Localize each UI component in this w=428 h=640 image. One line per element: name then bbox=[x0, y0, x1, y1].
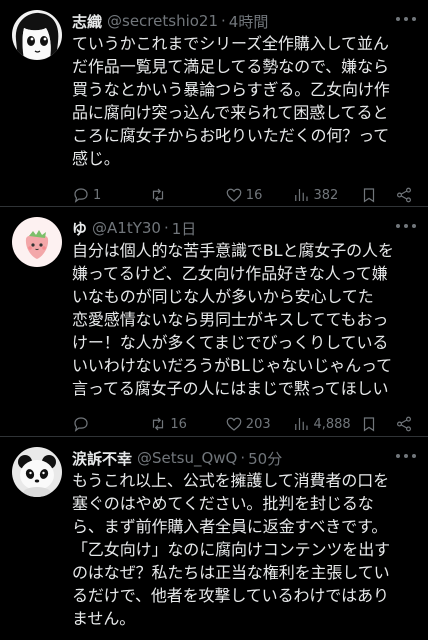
reply-icon bbox=[74, 188, 88, 203]
tweet-text: もうこれ以上、公式を擁護して消費者の口を 塞ぐのはやめてください。批判を封じるな… bbox=[72, 471, 391, 628]
views-button[interactable]: 4,888 bbox=[292, 415, 360, 433]
bookmark-button[interactable] bbox=[360, 415, 395, 433]
tweet-text: 自分は個人的な苦手意識でBLと腐女子の人を 嫌ってるけど、乙女向け作品好きな人っ… bbox=[72, 241, 394, 398]
anime-girl-avatar-icon bbox=[12, 10, 62, 60]
user-handle[interactable]: @A1tY30 bbox=[92, 219, 161, 237]
timestamp[interactable]: 1日 bbox=[172, 218, 197, 239]
heart-icon bbox=[226, 417, 242, 431]
like-button[interactable]: 203 bbox=[225, 415, 293, 433]
tweet[interactable]: 志織 @secretshio21 · 4時間 ていうかこれまでシリーズ全作購入し… bbox=[0, 0, 428, 206]
reply-button[interactable] bbox=[72, 415, 149, 433]
bookmark-icon bbox=[364, 417, 375, 432]
tweet-header: 涙訴不幸 @Setsu_QwQ · 50分 bbox=[72, 448, 283, 469]
views-count: 382 bbox=[313, 187, 339, 203]
retweet-button[interactable] bbox=[149, 186, 224, 204]
tweet-text: ていうかこれまでシリーズ全作購入して並ん だ作品一覧見て満足してる勢なので、嫌な… bbox=[72, 34, 390, 168]
timestamp[interactable]: 50分 bbox=[248, 448, 282, 469]
share-button[interactable] bbox=[395, 186, 416, 204]
avatar[interactable] bbox=[12, 10, 62, 60]
bookmark-icon bbox=[364, 188, 375, 203]
tweet[interactable]: ゆ @A1tY30 · 1日 自分は個人的な苦手意識でBLと腐女子の人を 嫌って… bbox=[0, 206, 428, 436]
user-handle[interactable]: @Setsu_QwQ bbox=[137, 449, 237, 467]
avatar[interactable] bbox=[12, 447, 62, 497]
reply-button[interactable]: 1 bbox=[72, 186, 149, 204]
share-icon bbox=[397, 187, 411, 203]
share-button[interactable] bbox=[395, 415, 416, 433]
heart-icon bbox=[226, 188, 242, 202]
user-handle[interactable]: @secretshio21 bbox=[107, 12, 218, 30]
like-count: 203 bbox=[245, 416, 271, 432]
tweet-header: 志織 @secretshio21 · 4時間 bbox=[72, 11, 269, 32]
tweet-header: ゆ @A1tY30 · 1日 bbox=[72, 218, 197, 239]
reply-count: 1 bbox=[93, 187, 102, 203]
share-icon bbox=[397, 416, 411, 432]
views-count: 4,888 bbox=[313, 416, 351, 432]
retweet-count: 16 bbox=[170, 416, 187, 432]
strawberry-avatar-icon bbox=[12, 217, 62, 267]
more-options-button[interactable] bbox=[396, 449, 416, 463]
display-name[interactable]: 志織 bbox=[72, 11, 102, 32]
display-name[interactable]: ゆ bbox=[72, 218, 87, 239]
like-count: 16 bbox=[245, 187, 263, 203]
display-name[interactable]: 涙訴不幸 bbox=[72, 448, 132, 469]
retweet-icon bbox=[153, 188, 164, 202]
reply-icon bbox=[74, 417, 88, 432]
retweet-icon bbox=[153, 417, 164, 431]
bookmark-button[interactable] bbox=[360, 186, 395, 204]
retweet-button[interactable]: 16 bbox=[149, 415, 224, 433]
like-button[interactable]: 16 bbox=[225, 186, 293, 204]
panda-avatar-icon bbox=[12, 447, 62, 497]
views-button[interactable]: 382 bbox=[292, 186, 360, 204]
tweet[interactable]: 涙訴不幸 @Setsu_QwQ · 50分 もうこれ以上、公式を擁護して消費者の… bbox=[0, 436, 428, 639]
views-chart-icon bbox=[295, 189, 309, 201]
more-options-button[interactable] bbox=[396, 12, 416, 26]
avatar[interactable] bbox=[12, 217, 62, 267]
views-chart-icon bbox=[295, 418, 309, 430]
timestamp[interactable]: 4時間 bbox=[229, 11, 269, 32]
more-options-button[interactable] bbox=[396, 219, 416, 233]
